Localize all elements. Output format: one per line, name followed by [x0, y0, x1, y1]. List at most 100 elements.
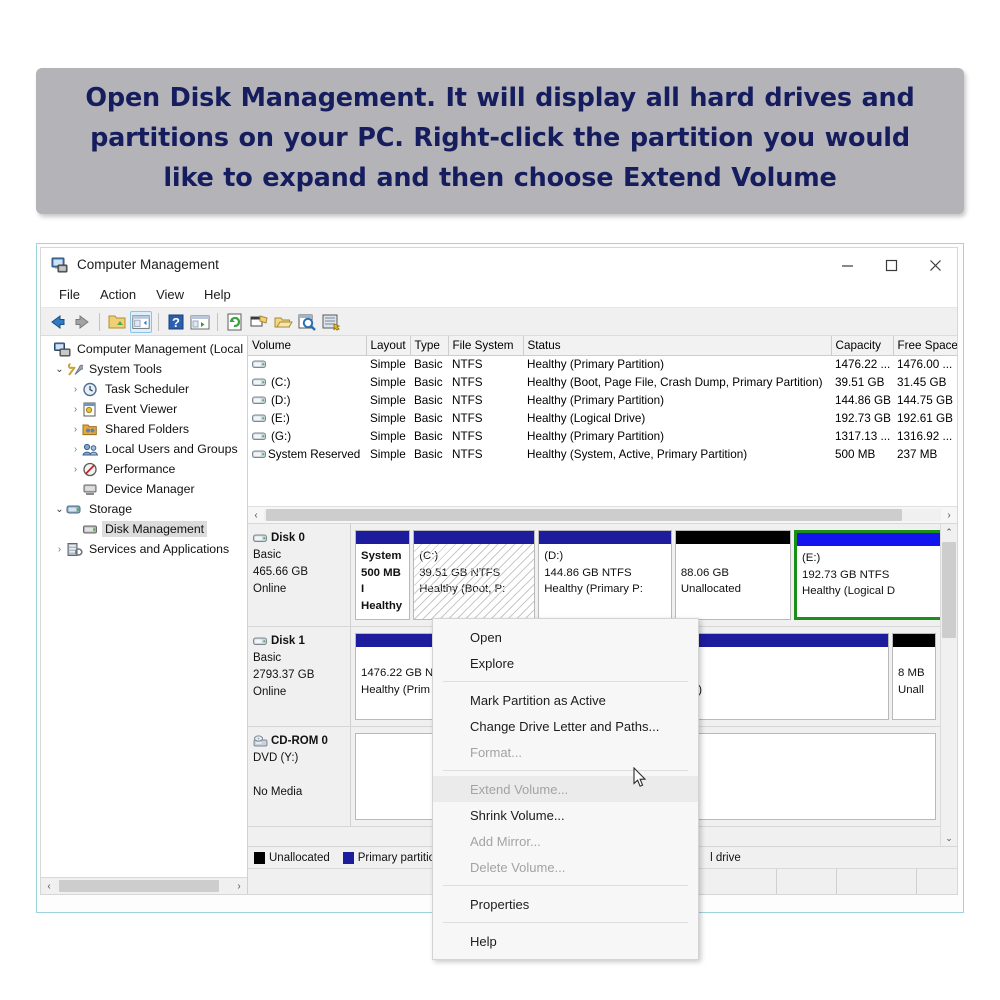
- context-menu-item-open[interactable]: Open: [433, 624, 698, 650]
- chevron-right-icon[interactable]: ›: [69, 444, 82, 455]
- scroll-track[interactable]: [57, 880, 231, 892]
- refresh-icon[interactable]: [224, 311, 246, 333]
- tree-item-device-manager[interactable]: Device Manager: [41, 479, 247, 499]
- legend-swatch: [254, 852, 265, 864]
- partition-system[interactable]: System 500 MB I Healthy: [355, 530, 410, 620]
- scroll-left-icon[interactable]: ‹: [248, 510, 264, 521]
- column-header-free-space[interactable]: Free Space: [893, 336, 957, 356]
- tree-item-local-users-and-groups[interactable]: › Local Users and Groups: [41, 439, 247, 459]
- help-icon[interactable]: ?: [165, 311, 187, 333]
- maximize-button[interactable]: [869, 248, 913, 282]
- cell-free-space: 192.61 GB: [893, 410, 957, 428]
- table-row[interactable]: System Reserved Simple Basic NTFS Health…: [248, 446, 957, 464]
- screenshot-root: Open Disk Management. It will display al…: [0, 0, 1000, 1000]
- tree-item-system-tools[interactable]: ⌄ System Tools: [41, 359, 247, 379]
- chevron-right-icon[interactable]: ›: [69, 404, 82, 415]
- menu-help[interactable]: Help: [194, 285, 241, 304]
- menu-file[interactable]: File: [49, 285, 90, 304]
- disk-row-disk-0[interactable]: Disk 0 Basic 465.66 GB Online: [248, 524, 940, 627]
- tree-item-services-and-applications[interactable]: › Services and Applications: [41, 539, 247, 559]
- column-header-file-system[interactable]: File System: [448, 336, 523, 356]
- cell-file-system: NTFS: [448, 374, 523, 392]
- back-arrow-icon[interactable]: [47, 311, 69, 333]
- cell-free-space: 1316.92 ...: [893, 428, 957, 446]
- tree-item-disk-management[interactable]: Disk Management: [41, 519, 247, 539]
- tree-item-event-viewer[interactable]: › Event Viewer: [41, 399, 247, 419]
- tree-item-performance[interactable]: › Performance: [41, 459, 247, 479]
- tree-item-shared-folders[interactable]: › Shared Folders: [41, 419, 247, 439]
- tree-horizontal-scrollbar[interactable]: ‹ ›: [41, 877, 247, 894]
- table-row[interactable]: Simple Basic NTFS Healthy (Primary Parti…: [248, 356, 957, 374]
- scroll-thumb[interactable]: [942, 542, 956, 638]
- scroll-right-icon[interactable]: ›: [941, 510, 957, 521]
- legend-item-primary-partition: Primary partitio: [343, 852, 435, 864]
- tree-item-label: Local Users and Groups: [102, 441, 241, 457]
- scroll-track[interactable]: [941, 540, 958, 830]
- show-action-pane-icon[interactable]: [189, 311, 211, 333]
- chevron-down-icon[interactable]: ⌄: [53, 364, 66, 375]
- cell-volume: System Reserved: [268, 448, 360, 461]
- partition-unallocated[interactable]: 88.06 GB Unallocated: [675, 530, 791, 620]
- menu-view[interactable]: View: [146, 285, 194, 304]
- partition-disk1-unallocated[interactable]: 8 MB Unall: [892, 633, 936, 720]
- menu-action[interactable]: Action: [90, 285, 146, 304]
- properties-icon[interactable]: [296, 311, 318, 333]
- chevron-right-icon[interactable]: ›: [53, 544, 66, 555]
- chevron-right-icon[interactable]: ›: [69, 384, 82, 395]
- scroll-track[interactable]: [264, 509, 941, 521]
- context-menu-item-shrink-volume[interactable]: Shrink Volume...: [433, 802, 698, 828]
- show-hide-console-tree-icon[interactable]: [130, 311, 152, 333]
- context-menu-item-mark-partition-as-active[interactable]: Mark Partition as Active: [433, 687, 698, 713]
- chevron-right-icon[interactable]: ›: [69, 424, 82, 435]
- tree-item-computer-management[interactable]: Computer Management (Local: [41, 339, 247, 359]
- context-menu-item-extend-volume[interactable]: Extend Volume...: [433, 776, 698, 802]
- tree-item-task-scheduler[interactable]: › Task Scheduler: [41, 379, 247, 399]
- chevron-right-icon[interactable]: ›: [69, 464, 82, 475]
- context-menu-item-help[interactable]: Help: [433, 928, 698, 954]
- legend-item-unallocated: Unallocated: [254, 852, 330, 864]
- scroll-left-icon[interactable]: ‹: [41, 881, 57, 892]
- tree-item-label: Device Manager: [102, 481, 198, 497]
- minimize-button[interactable]: [825, 248, 869, 282]
- table-row[interactable]: (G:) Simple Basic NTFS Healthy (Primary …: [248, 428, 957, 446]
- partition-color-cap: [414, 531, 534, 544]
- storage-icon: [66, 502, 83, 517]
- table-row[interactable]: (C:) Simple Basic NTFS Healthy (Boot, Pa…: [248, 374, 957, 392]
- open-folder-icon[interactable]: [272, 311, 294, 333]
- scroll-thumb[interactable]: [59, 880, 219, 892]
- column-header-type[interactable]: Type: [410, 336, 448, 356]
- window-controls: [825, 248, 957, 282]
- forward-arrow-icon[interactable]: [71, 311, 93, 333]
- scroll-down-icon[interactable]: ⌄: [941, 830, 958, 846]
- partition-d[interactable]: (D:) 144.86 GB NTFS Healthy (Primary P:: [538, 530, 672, 620]
- column-header-status[interactable]: Status: [523, 336, 831, 356]
- export-list-icon[interactable]: [248, 311, 270, 333]
- column-header-capacity[interactable]: Capacity: [831, 336, 893, 356]
- close-button[interactable]: [913, 248, 957, 282]
- scroll-thumb[interactable]: [266, 509, 902, 521]
- partition-status: Unall: [898, 682, 931, 699]
- table-row[interactable]: (E:) Simple Basic NTFS Healthy (Logical …: [248, 410, 957, 428]
- tree-item-storage[interactable]: ⌄ Storage: [41, 499, 247, 519]
- scroll-up-icon[interactable]: ⌃: [941, 524, 958, 540]
- cell-type: Basic: [410, 428, 448, 446]
- partition-c[interactable]: (C:) 39.51 GB NTFS Healthy (Boot, P:: [413, 530, 535, 620]
- table-row[interactable]: (D:) Simple Basic NTFS Healthy (Primary …: [248, 392, 957, 410]
- context-menu-item-properties[interactable]: Properties: [433, 891, 698, 917]
- tree-item-label: System Tools: [86, 361, 165, 377]
- graphical-view-vertical-scrollbar[interactable]: ⌃ ⌄: [940, 524, 957, 846]
- scroll-right-icon[interactable]: ›: [231, 881, 247, 892]
- partition-status: Healthy (Logical D: [802, 583, 940, 600]
- column-header-volume[interactable]: Volume: [248, 336, 366, 356]
- legend-swatch: [343, 852, 354, 864]
- column-header-layout[interactable]: Layout: [366, 336, 410, 356]
- partition-e-selected[interactable]: (E:) 192.73 GB NTFS Healthy (Logical D: [794, 530, 940, 620]
- context-menu-item-change-drive-letter-and-paths[interactable]: Change Drive Letter and Paths...: [433, 713, 698, 739]
- context-menu-item-explore[interactable]: Explore: [433, 650, 698, 676]
- partition-color-cap: [539, 531, 671, 544]
- rescan-disks-icon[interactable]: [320, 311, 342, 333]
- up-folder-icon[interactable]: [106, 311, 128, 333]
- chevron-down-icon[interactable]: ⌄: [53, 504, 66, 515]
- volume-list-horizontal-scrollbar[interactable]: ‹ ›: [248, 506, 957, 523]
- disk-title: Disk 0: [253, 530, 345, 547]
